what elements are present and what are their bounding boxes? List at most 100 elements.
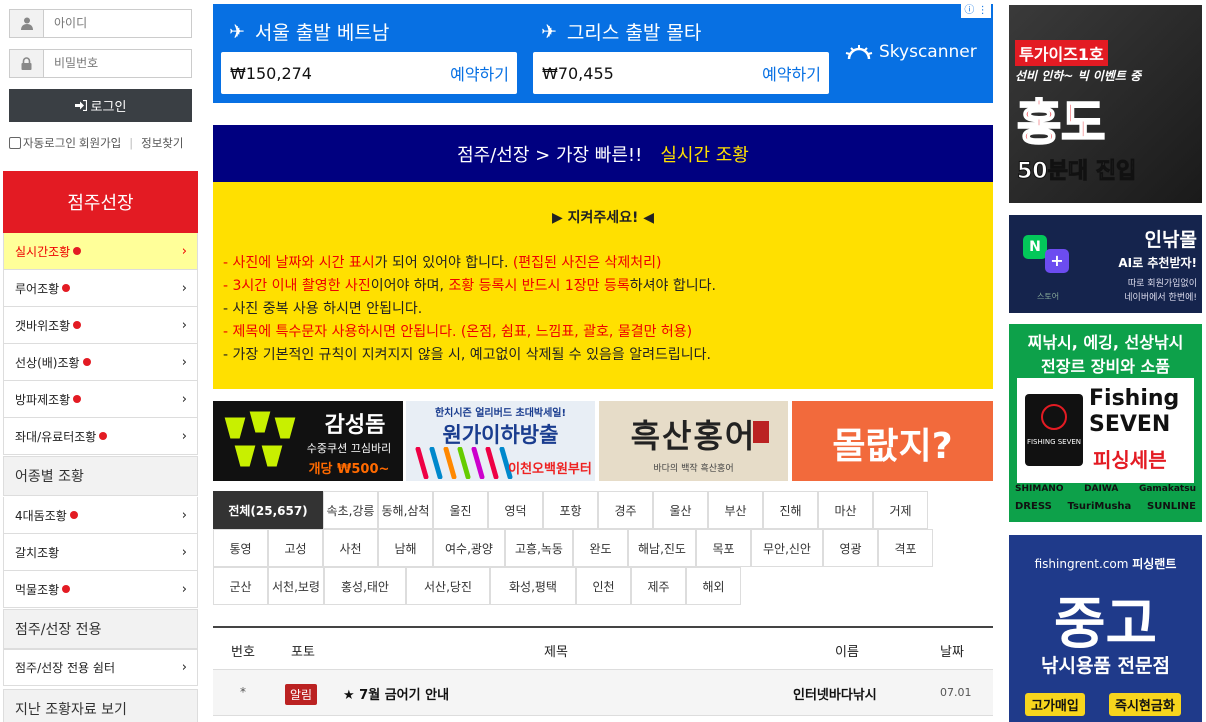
tab-region[interactable]: 인천 <box>576 567 631 605</box>
sidebar-item-label: 선상(배)조황 <box>15 355 80 370</box>
sidebar-item[interactable]: 4대돔조황 › <box>3 497 198 534</box>
tab-region[interactable]: 서천,보령 <box>268 567 324 605</box>
new-dot-icon <box>73 395 82 403</box>
ad-fishingrent[interactable]: fishingrent.com 피싱랜트 중고 낚시용품 전문점 고가매입 즉시… <box>1009 535 1202 722</box>
tab-region[interactable]: 전체(25,657) <box>213 491 323 529</box>
tab-region[interactable]: 울진 <box>433 491 488 529</box>
sidebar-item[interactable]: 좌대/유료터조황 › <box>3 418 198 455</box>
book-button-2[interactable]: 예약하기 <box>762 61 821 85</box>
ad4-badge2: 즉시현금화 <box>1109 693 1181 716</box>
ad4-badge1: 고가매입 <box>1025 693 1085 716</box>
banner-heuksanhongeo[interactable]: 흑산홍어 바다의 백작 흑산홍어 <box>599 401 788 481</box>
ad-twoguys[interactable]: 투가이즈1호 선비 인하~ 빅 이벤트 중 홍도 50분대 진입 <box>1009 5 1202 203</box>
autologin-label[interactable]: 자동로그인 <box>23 135 76 151</box>
tab-region[interactable]: 동해,삼척 <box>378 491 433 529</box>
tab-region[interactable]: 영광 <box>823 529 878 567</box>
tab-region[interactable]: 제주 <box>631 567 686 605</box>
tab-region[interactable]: 목포 <box>696 529 751 567</box>
banner-gamseongdom[interactable]: 감성돔 수중쿠션 끄심바리 개당 ₩500~ <box>213 401 403 481</box>
notice-header: 점주/선장 > 가장 빠른!! 실시간 조황 <box>213 125 993 182</box>
new-dot-icon <box>99 432 108 440</box>
ad2-line2: 네이버에서 한번에! <box>1124 293 1197 303</box>
tab-region[interactable]: 속초,강릉 <box>323 491 378 529</box>
col-photo: 포토 <box>291 645 315 660</box>
table-row[interactable]: * 알림 ★ 7월 금어기 안내 인터넷바다낚시 07.01 <box>213 670 993 716</box>
tab-region[interactable]: 부산 <box>708 491 763 529</box>
tab-region[interactable]: 격포 <box>878 529 933 567</box>
sidebar-item[interactable]: 실시간조황 › <box>3 233 198 270</box>
sidebar-item[interactable]: 루어조황 › <box>3 270 198 307</box>
autologin-checkbox[interactable] <box>9 137 21 149</box>
chevron-right-icon: › <box>181 391 187 407</box>
join-link[interactable]: 회원가입 <box>79 135 121 151</box>
tab-region[interactable]: 고성 <box>268 529 323 567</box>
sidebar-section-archive[interactable]: 지난 조황자료 보기 <box>3 689 198 722</box>
tab-region[interactable]: 경주 <box>598 491 653 529</box>
col-name: 이름 <box>835 645 859 660</box>
tab-region[interactable]: 마산 <box>818 491 873 529</box>
tab-region[interactable]: 통영 <box>213 529 268 567</box>
chevron-right-icon: › <box>181 507 187 523</box>
book-button-1[interactable]: 예약하기 <box>450 61 509 85</box>
route-2-label: 그리스 출발 몰타 <box>566 22 702 44</box>
tab-region[interactable]: 포항 <box>543 491 598 529</box>
notice-title: ▶ 지켜주세요! ◀ <box>551 210 655 226</box>
chevron-right-icon: › <box>181 243 187 259</box>
tab-region[interactable]: 사천 <box>323 529 378 567</box>
sidebar-item[interactable]: 선상(배)조황 › <box>3 344 198 381</box>
price-box-2[interactable]: ₩70,455 예약하기 <box>533 52 829 94</box>
tab-region[interactable]: 울산 <box>653 491 708 529</box>
sidebar-item-owner-lounge[interactable]: 점주/선장 전용 쉼터 › <box>3 649 198 686</box>
banner-wongaihabangchul[interactable]: 한치시즌 얼리버드 초대박세일! 원가이하방출 이천오백원부터 <box>406 401 595 481</box>
tab-region[interactable]: 해외 <box>686 567 741 605</box>
col-date: 날짜 <box>940 645 964 660</box>
sidebar-item[interactable]: 먹물조황 › <box>3 571 198 608</box>
tab-region[interactable]: 홍성,태안 <box>324 567 406 605</box>
sidebar-item[interactable]: 방파제조황 › <box>3 381 198 418</box>
banner-mollatji[interactable]: 몰랎지? <box>792 401 993 481</box>
plane-icon: ✈ <box>541 20 557 43</box>
ad3-top2: 전장르 장비와 소품 <box>1041 357 1170 376</box>
skyscanner-ad[interactable]: ✈ 서울 출발 베트남 ✈ 그리스 출발 몰타 ₩150,274 예약하기 ₩70,… <box>213 4 993 103</box>
password-field[interactable]: 비밀번호 <box>9 49 192 78</box>
tab-region[interactable]: 완도 <box>573 529 628 567</box>
ad-innakmall[interactable]: N + 스토어 인낚몰 AI로 추천받자! 따로 회원가입없이 네이버에서 한번… <box>1009 215 1202 313</box>
sidebar-section-species: 어종별 조황 <box>3 456 198 496</box>
sidebar-item[interactable]: 갯바위조황 › <box>3 307 198 344</box>
id-field[interactable]: 아이디 <box>9 9 192 38</box>
tab-region[interactable]: 무안,신안 <box>751 529 823 567</box>
tab-region[interactable]: 화성,평택 <box>490 567 576 605</box>
tab-region[interactable]: 진해 <box>763 491 818 529</box>
tab-region[interactable]: 영덕 <box>488 491 543 529</box>
tab-region[interactable]: 남해 <box>378 529 433 567</box>
notice-body: ▶ 지켜주세요! ◀ - 사진에 날짜와 시간 표시가 되어 있어야 합니다. … <box>213 182 993 389</box>
tab-region[interactable]: 고흥,녹동 <box>505 529 573 567</box>
plane-icon: ✈ <box>229 20 245 43</box>
col-title: 제목 <box>544 645 568 660</box>
tab-region[interactable]: 여수,광양 <box>433 529 505 567</box>
sidebar-item[interactable]: 갈치조황 › <box>3 534 198 571</box>
notice-line-5: - 가장 기본적인 규칙이 지켜지지 않을 시, 예고없이 삭제될 수 있음을 … <box>223 347 711 363</box>
login-button-label: 로그인 <box>90 100 127 115</box>
row-author[interactable]: 인터넷바다낚시 <box>793 684 877 703</box>
ad-info-badge[interactable]: ⓘ ⋮ <box>961 4 991 18</box>
ad-fishingseven[interactable]: 찌낚시, 에깅, 선상낚시 전장르 장비와 소품 FISHING SEVEN F… <box>1009 324 1202 522</box>
chevron-right-icon: › <box>181 280 187 296</box>
sidebar-item-label: 루어조황 <box>15 281 60 296</box>
notice-header-highlight: 실시간 조황 <box>660 144 749 166</box>
price-box-1[interactable]: ₩150,274 예약하기 <box>221 52 517 94</box>
id-placeholder: 아이디 <box>54 16 88 30</box>
tab-region[interactable]: 서산,당진 <box>406 567 490 605</box>
ad1-top: 투가이즈1호 <box>1015 40 1108 66</box>
ad4-big: 중고 <box>1053 592 1158 657</box>
sidebar-item-label: 먹물조황 <box>15 582 60 597</box>
tab-region[interactable]: 군산 <box>213 567 268 605</box>
tab-region[interactable]: 거제 <box>873 491 928 529</box>
row-title[interactable]: ★ 7월 금어기 안내 <box>343 684 449 703</box>
ad3-brands-row2: DRESS TsuriMusha SUNLINE <box>1015 501 1196 512</box>
find-info-link[interactable]: 정보찾기 <box>141 135 183 151</box>
chevron-right-icon: › <box>181 660 187 675</box>
sidebar-header: 점주선장 <box>3 171 198 233</box>
login-button[interactable]: 로그인 <box>9 89 192 122</box>
tab-region[interactable]: 해남,진도 <box>628 529 696 567</box>
